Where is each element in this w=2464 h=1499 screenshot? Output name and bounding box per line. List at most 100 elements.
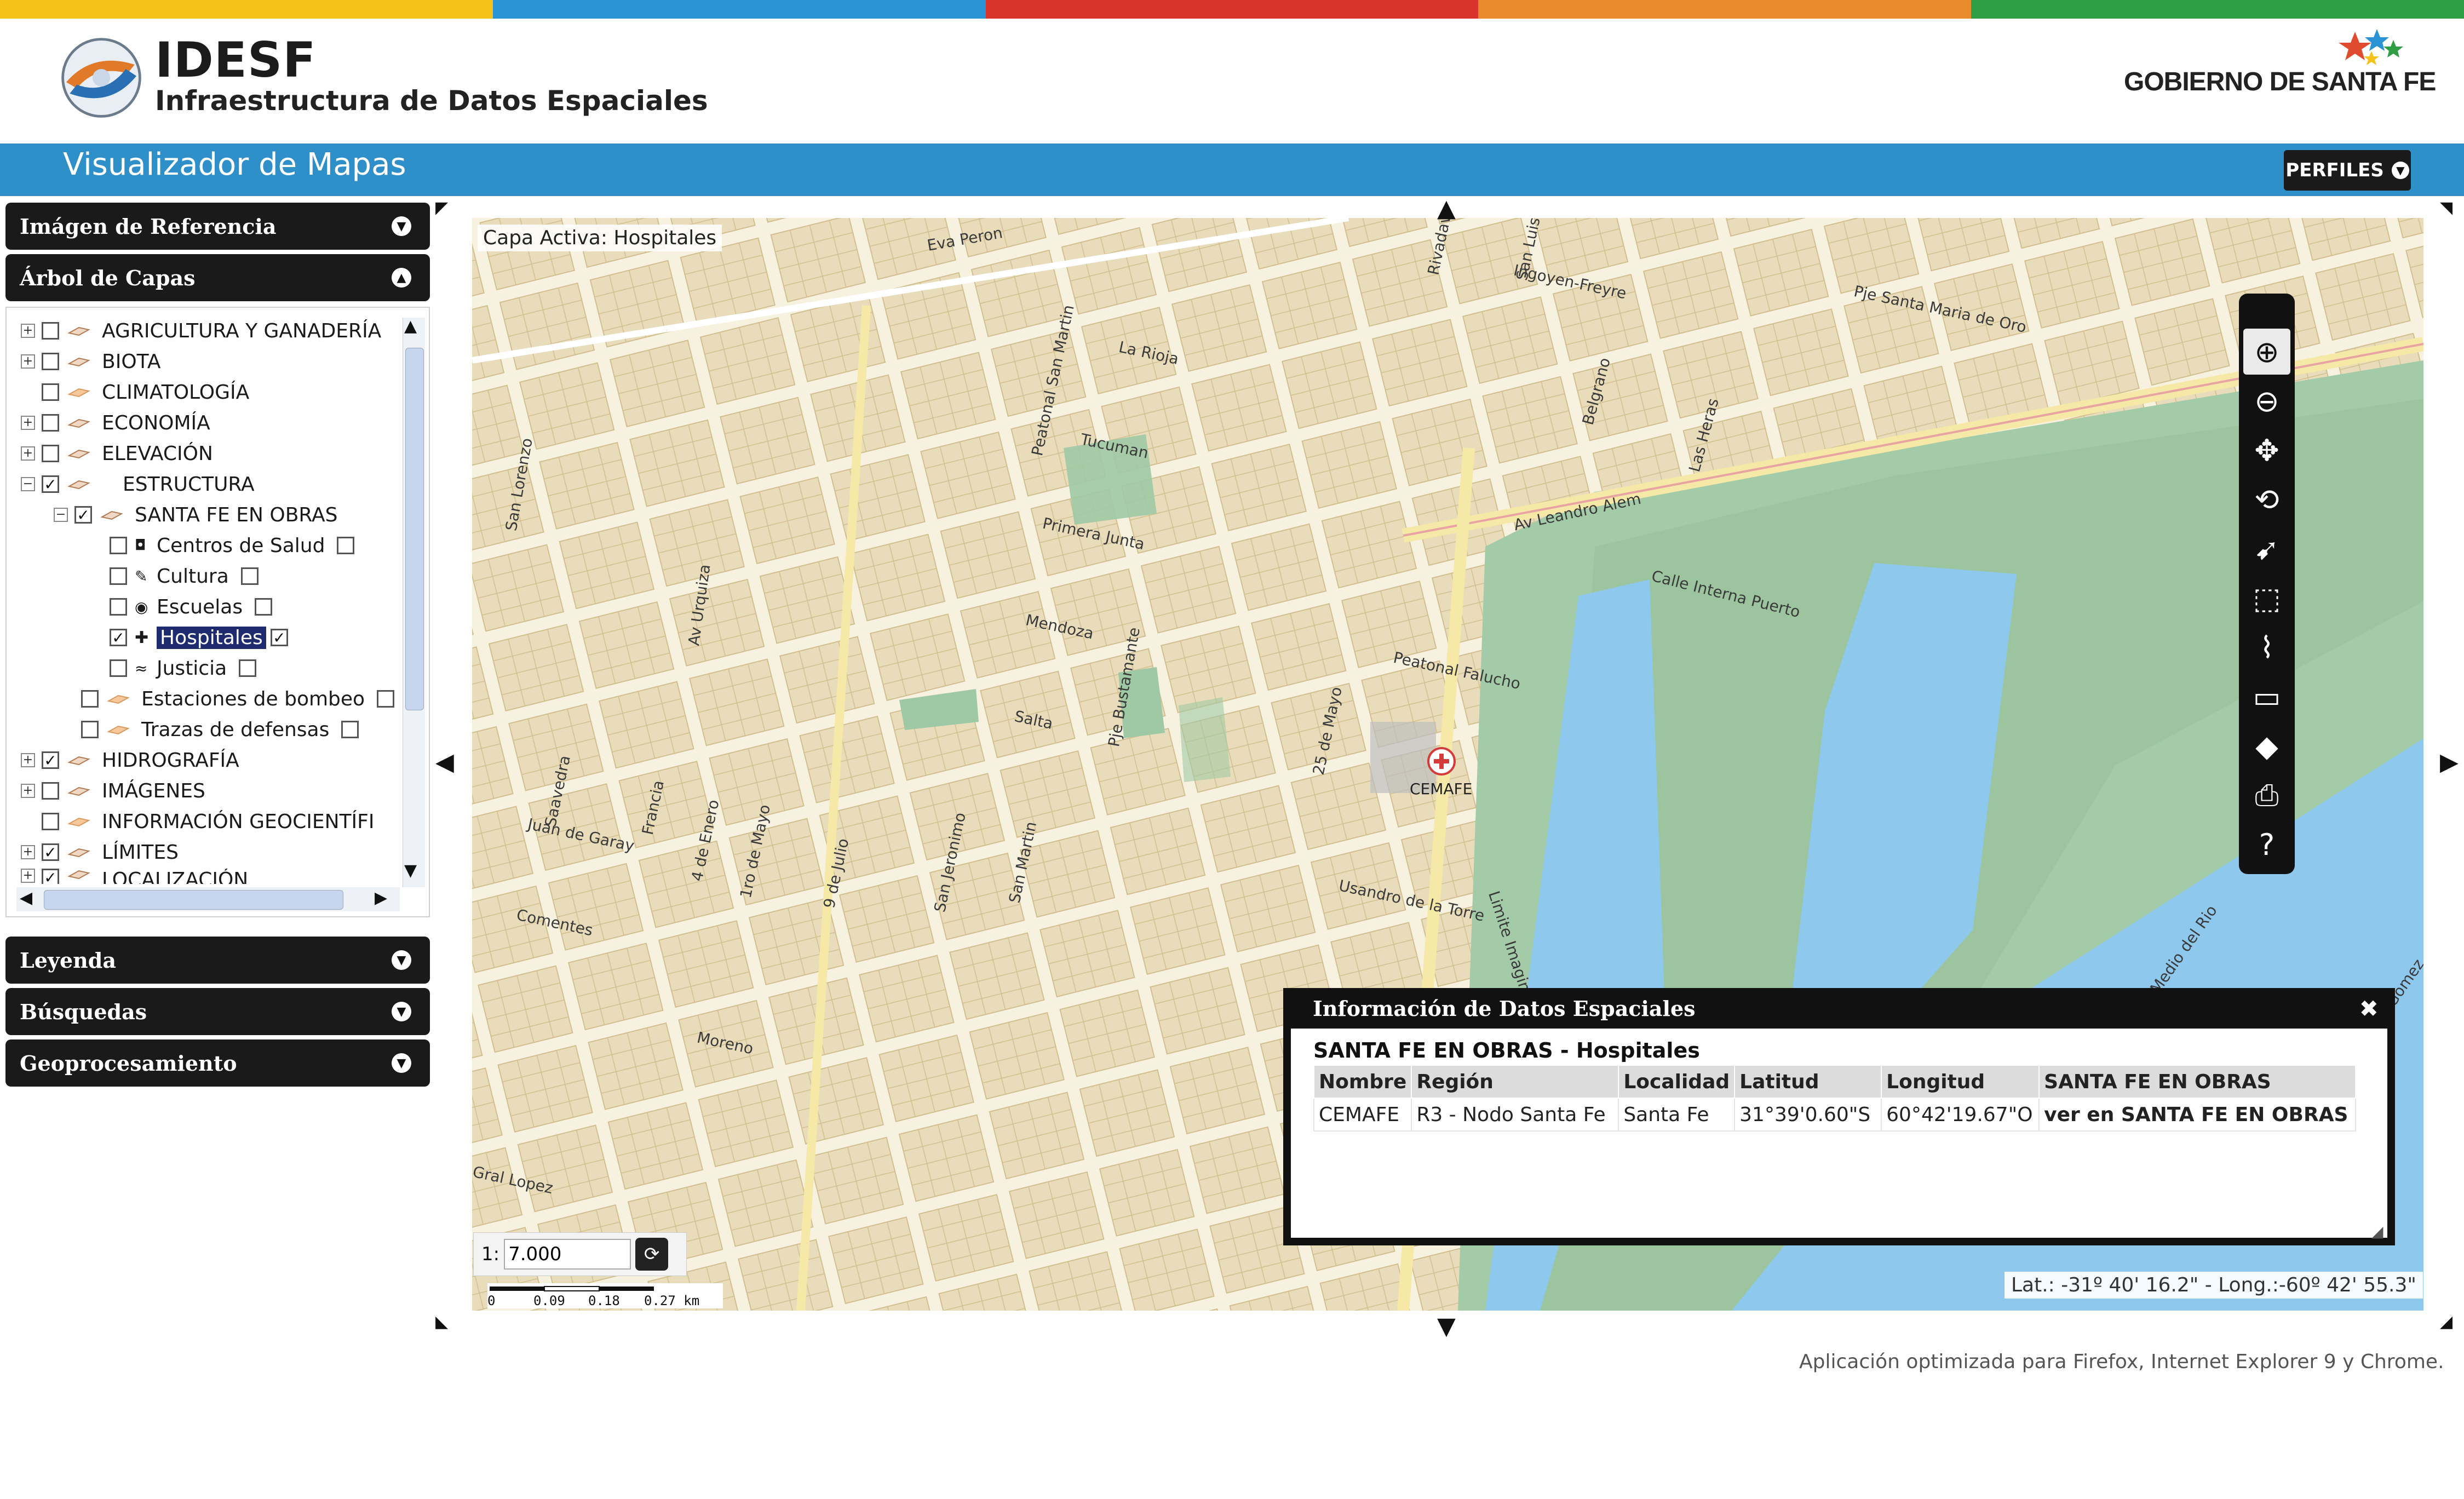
select-info-icon[interactable]: ⬚ (2243, 575, 2290, 621)
panel-layer-tree[interactable]: Árbol de Capas ▲ (5, 254, 430, 301)
query-checkbox[interactable]: ✓ (270, 629, 288, 647)
pan-northeast-icon[interactable]: ◥ (2440, 198, 2452, 217)
tree-item[interactable]: Trazas de defensas (81, 715, 366, 744)
expand-icon[interactable]: + (21, 354, 35, 369)
checkbox[interactable] (42, 813, 59, 830)
tree-item[interactable]: ✎ Cultura (110, 562, 266, 590)
pan-southwest-icon[interactable]: ◣ (435, 1312, 448, 1331)
checkbox[interactable]: ✓ (42, 843, 59, 862)
chevron-down-icon[interactable]: ▼ (392, 216, 411, 236)
chevron-down-icon[interactable]: ▼ (392, 950, 411, 970)
obras-link[interactable]: ver en SANTA FE EN OBRAS (2038, 1098, 2357, 1132)
checkbox[interactable]: ✓ (42, 869, 59, 884)
tree-vertical-scroll-thumb[interactable] (405, 348, 424, 710)
scale-input[interactable] (504, 1239, 631, 1270)
expand-icon[interactable]: + (21, 324, 35, 338)
profiles-button[interactable]: PERFILES ▼ (2284, 150, 2411, 191)
query-checkbox[interactable] (377, 690, 395, 708)
tree-item[interactable]: + ✓ LOCALIZACIÓN (21, 869, 248, 884)
tree-item[interactable]: + ✓ HIDROGRAFÍA (21, 746, 239, 774)
globe-arrows-icon[interactable] (58, 34, 145, 122)
chevron-down-icon[interactable]: ▼ (392, 1002, 411, 1021)
tree-item[interactable]: + AGRICULTURA Y GANADERÍA (21, 317, 381, 345)
checkbox[interactable] (110, 537, 127, 554)
checkbox[interactable] (110, 659, 127, 677)
panel-legend[interactable]: Leyenda ▼ (5, 937, 430, 984)
tree-item[interactable]: ◘ Centros de Salud (110, 531, 362, 560)
collapse-icon[interactable]: − (54, 508, 68, 522)
panel-searches[interactable]: Búsquedas ▼ (5, 988, 430, 1035)
checkbox[interactable] (42, 353, 59, 370)
expand-icon[interactable]: + (21, 784, 35, 798)
tree-item[interactable]: ≈ Justicia (110, 654, 264, 682)
panel-geoprocessing[interactable]: Geoprocesamiento ▼ (5, 1039, 430, 1087)
tree-item[interactable]: CLIMATOLOGÍA (21, 378, 249, 406)
checkbox[interactable] (42, 383, 59, 401)
browser-support-note: Aplicación optimizada para Firefox, Inte… (1799, 1351, 2444, 1373)
checkbox[interactable] (110, 598, 127, 616)
pan-south-icon[interactable]: ▼ (1437, 1312, 1456, 1340)
column-header: Región (1411, 1065, 1619, 1099)
chevron-up-icon[interactable]: ▲ (392, 268, 411, 288)
measure-icon[interactable]: ⌇ (2243, 624, 2290, 670)
identify-icon[interactable]: ➹ (2243, 526, 2290, 572)
pan-north-icon[interactable]: ▲ (1437, 194, 1456, 222)
pan-icon[interactable]: ✥ (2243, 427, 2290, 473)
full-extent-icon[interactable]: ⟲ (2243, 476, 2290, 522)
query-checkbox[interactable] (240, 567, 259, 585)
zoom-in-icon[interactable]: ⊕ (2243, 329, 2290, 375)
checkbox[interactable] (42, 414, 59, 432)
pan-east-icon[interactable]: ▶ (2440, 748, 2459, 776)
checkbox[interactable] (42, 322, 59, 340)
print-icon[interactable]: ⎙ (2243, 772, 2290, 818)
checkbox[interactable] (81, 690, 99, 708)
tree-horizontal-scroll-thumb[interactable] (44, 890, 343, 910)
pan-west-icon[interactable]: ◀ (435, 748, 454, 776)
query-checkbox[interactable] (341, 721, 359, 738)
tree-item[interactable]: + BIOTA (21, 347, 160, 376)
tree-item[interactable]: ◉ Escuelas (110, 593, 280, 621)
refresh-icon[interactable]: ⟳ (635, 1238, 669, 1271)
tree-item[interactable]: − ✓ SANTA FE EN OBRAS (54, 501, 337, 529)
checkbox[interactable]: ✓ (42, 475, 59, 493)
tree-item[interactable]: ✓ ✚ Hospitales ✓ (110, 623, 296, 652)
scroll-left-icon[interactable]: ◀ (20, 888, 32, 908)
query-checkbox[interactable] (337, 537, 355, 554)
erase-icon[interactable]: ◆ (2243, 723, 2290, 769)
checkbox[interactable] (42, 445, 59, 462)
panel-reference-image[interactable]: Imágen de Referencia ▼ (5, 203, 430, 250)
tree-item[interactable]: Estaciones de bombeo (81, 685, 402, 713)
query-checkbox[interactable] (255, 598, 273, 616)
expand-icon[interactable]: + (21, 416, 35, 430)
expand-icon[interactable]: + (21, 869, 35, 883)
resize-handle-icon[interactable]: ◢ (2371, 1222, 2383, 1240)
scroll-right-icon[interactable]: ▶ (375, 888, 387, 908)
expand-icon[interactable]: + (21, 753, 35, 767)
tree-item[interactable]: + ECONOMÍA (21, 409, 210, 437)
expand-icon[interactable]: + (21, 845, 35, 859)
checkbox[interactable] (110, 567, 127, 585)
checkbox[interactable]: ✓ (74, 506, 92, 524)
checkbox[interactable]: ✓ (42, 751, 59, 769)
query-checkbox[interactable] (239, 659, 257, 677)
layer-icon (67, 848, 90, 858)
pan-southeast-icon[interactable]: ◢ (2440, 1312, 2452, 1331)
checkbox[interactable] (42, 782, 59, 800)
checkbox[interactable] (81, 721, 99, 738)
chevron-down-icon[interactable]: ▼ (392, 1053, 411, 1073)
pan-northwest-icon[interactable]: ◤ (435, 198, 448, 217)
zoom-out-icon[interactable]: ⊖ (2243, 378, 2290, 424)
scroll-up-icon[interactable]: ▲ (404, 317, 417, 336)
tree-item[interactable]: + ELEVACIÓN (21, 439, 213, 468)
checkbox[interactable]: ✓ (110, 629, 127, 647)
tree-item[interactable]: + IMÁGENES (21, 777, 205, 805)
tree-item[interactable]: − ✓ ESTRUCTURA (21, 470, 255, 498)
close-icon[interactable]: ✖ (2359, 995, 2379, 1022)
scroll-down-icon[interactable]: ▼ (404, 861, 417, 880)
collapse-icon[interactable]: − (21, 477, 35, 491)
tree-item[interactable]: + ✓ LÍMITES (21, 838, 179, 866)
ruler-icon[interactable]: ▭ (2243, 674, 2290, 720)
help-icon[interactable]: ? (2243, 822, 2290, 868)
expand-icon[interactable]: + (21, 446, 35, 461)
tree-item[interactable]: INFORMACIÓN GEOCIENTÍFI (21, 807, 374, 836)
